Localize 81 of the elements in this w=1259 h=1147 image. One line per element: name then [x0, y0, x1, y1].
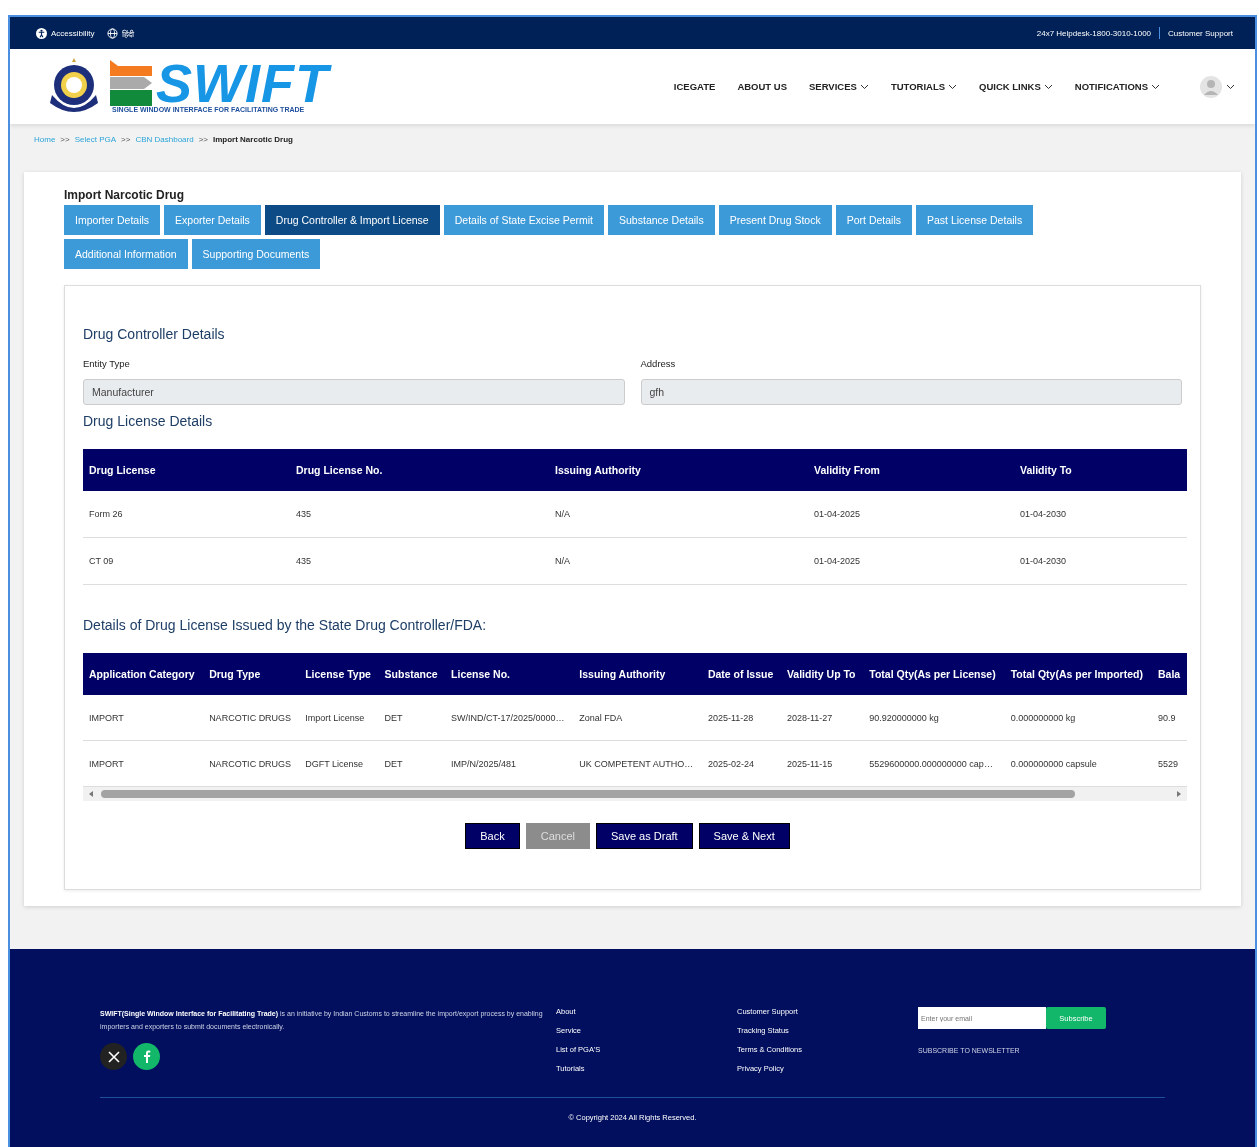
column-header: Bala	[1152, 653, 1187, 695]
table-cell: Form 26	[83, 491, 290, 538]
table-cell: N/A	[549, 491, 808, 538]
column-header: License No.	[445, 653, 574, 695]
table-cell: DET	[378, 740, 446, 787]
column-header: Drug License No.	[290, 449, 549, 491]
customer-support-link[interactable]: Customer Support	[1168, 28, 1233, 38]
action-button[interactable]: Save & Next	[698, 823, 790, 849]
table-cell: 435	[290, 491, 549, 538]
table-cell: 0.000000000 capsule	[1004, 740, 1152, 787]
tab[interactable]: Drug Controller & Import License	[264, 205, 440, 235]
flag-arrows-icon	[110, 60, 154, 106]
table-cell: DGFT License	[299, 740, 379, 787]
x-social-icon[interactable]	[100, 1043, 127, 1070]
section-title: Drug License Details	[83, 413, 214, 429]
breadcrumb-separator: >>	[121, 135, 131, 144]
column-header: Substance	[378, 653, 446, 695]
action-button[interactable]: Back	[465, 823, 520, 849]
globe-icon	[106, 27, 118, 39]
helpdesk-text: 24x7 Helpdesk-1800-3010-1000	[1036, 28, 1152, 38]
column-header: Drug Type	[203, 653, 300, 695]
accessibility-link[interactable]: Accessibility	[36, 27, 95, 39]
column-header: Validity To	[1014, 449, 1187, 491]
table-cell: Import License	[299, 695, 379, 741]
input-field[interactable]: gfh	[640, 379, 1182, 405]
table-cell: 90.9	[1152, 695, 1187, 741]
table-cell: 2028-11-27	[780, 695, 864, 741]
column-header: Date of Issue	[701, 653, 781, 695]
horizontal-scrollbar[interactable]	[83, 787, 1187, 801]
column-header: Application Category	[83, 653, 204, 695]
table-cell: IMP/N/2025/481	[445, 740, 574, 787]
breadcrumb-separator: >>	[198, 135, 208, 144]
action-button[interactable]: Save as Draft	[595, 823, 693, 849]
table-cell: 90.920000000 kg	[863, 695, 1005, 741]
nav-menu-item[interactable]: ABOUT US	[737, 81, 787, 92]
column-header: Total Qty(As per Imported)	[1004, 653, 1152, 695]
table-cell: 01-04-2030	[1014, 491, 1187, 538]
table-cell: Zonal FDA	[573, 695, 702, 741]
column-header: Total Qty(As per License)	[863, 653, 1005, 695]
facebook-social-icon[interactable]	[133, 1043, 160, 1070]
table-cell: IMPORT	[83, 740, 204, 787]
nav-menu-item[interactable]: NOTIFICATIONS	[1074, 81, 1160, 92]
table-cell: DET	[378, 695, 446, 741]
form-title: Import Narcotic Drug	[64, 188, 185, 202]
column-header: Issuing Authority	[549, 449, 808, 491]
table-cell: 01-04-2025	[808, 537, 1014, 585]
accessibility-icon	[36, 27, 47, 39]
table-cell: SW/IND/CT-17/2025/0000…	[445, 695, 574, 741]
column-header: Validity Up To	[780, 653, 864, 695]
table-cell: 2025-02-24	[701, 740, 781, 787]
field-label: Address	[640, 358, 677, 369]
section-title: Drug Controller Details	[83, 326, 226, 342]
table-cell: 0.000000000 kg	[1004, 695, 1152, 741]
column-header: Drug License	[83, 449, 290, 491]
chevron-down-icon	[1226, 83, 1235, 90]
section-title: Details of Drug License Issued by the State Drug Controller/FDA:	[83, 617, 488, 633]
table-cell: 5529	[1152, 740, 1187, 787]
nav-menu-item[interactable]: ICEGATE	[673, 81, 716, 92]
avatar-icon	[1200, 75, 1222, 98]
table-cell: 435	[290, 537, 549, 585]
table-cell: 01-04-2025	[808, 491, 1014, 538]
table-cell: NARCOTIC DRUGS	[203, 740, 300, 787]
column-header: Validity From	[808, 449, 1014, 491]
language-link[interactable]: हिंदी	[106, 27, 134, 39]
table-cell: UK COMPETENT AUTHO…	[573, 740, 702, 787]
breadcrumb-separator: >>	[60, 135, 70, 144]
table-cell: NARCOTIC DRUGS	[203, 695, 300, 741]
field-label: Entity Type	[83, 358, 131, 369]
table-cell: IMPORT	[83, 695, 204, 741]
table-cell: N/A	[549, 537, 808, 585]
table-cell: 2025-11-15	[780, 740, 864, 787]
table-cell: CT 09	[83, 537, 290, 585]
table-cell: 01-04-2030	[1014, 537, 1187, 585]
nav-menu-item[interactable]: SERVICES	[809, 81, 869, 92]
nav-menu-item[interactable]: TUTORIALS	[890, 81, 958, 92]
table-cell: 2025-11-28	[701, 695, 781, 741]
table-cell: 5529600000.000000000 cap…	[863, 740, 1005, 787]
column-header: Issuing Authority	[573, 653, 702, 695]
column-header: License Type	[299, 653, 379, 695]
nav-menu-item[interactable]: QUICK LINKS	[979, 81, 1053, 92]
input-field[interactable]: Manufacturer	[83, 379, 625, 405]
